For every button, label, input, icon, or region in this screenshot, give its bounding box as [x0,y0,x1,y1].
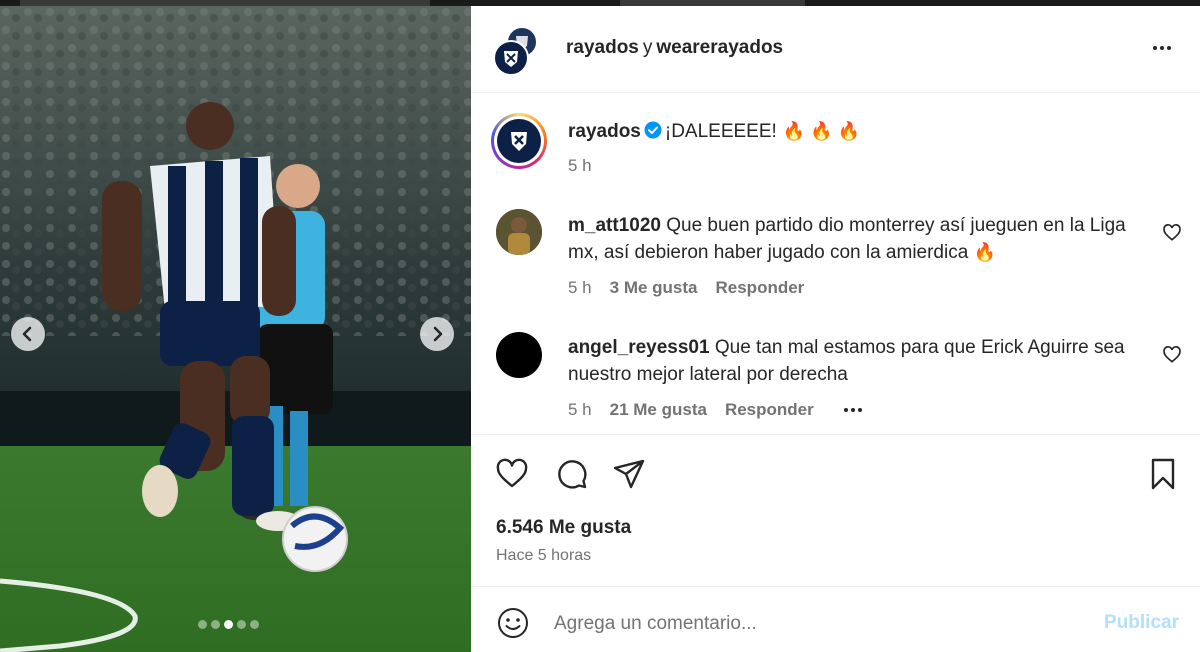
comment-like-heart-icon[interactable] [1162,345,1182,365]
carousel-dot [211,620,220,629]
more-dot [1167,46,1171,50]
comment-meta: 5 h 21 Me gusta Responder [568,400,862,420]
comment-time[interactable]: 5 h [568,400,592,420]
carousel-dot [237,620,246,629]
chevron-right-icon [433,326,443,342]
divider [471,586,1200,587]
likes-count[interactable]: 6.546 Me gusta [496,517,631,539]
comment-options-button[interactable] [843,408,862,412]
post-timestamp[interactable]: Hace 5 horas [496,547,591,565]
collab-avatars[interactable] [493,26,543,76]
club-crest-icon [511,132,527,151]
header-user-link[interactable]: rayados [566,37,639,58]
comment-icon[interactable] [553,456,589,492]
comment-input[interactable] [554,610,1054,638]
header-conjunction: y [642,37,653,58]
post-media [0,6,471,652]
comment-likes[interactable]: 3 Me gusta [610,278,698,298]
more-dot [857,408,862,412]
carousel-indicator [198,620,259,629]
header-usernames: rayados y wearerayados [566,37,783,59]
avatar [493,40,529,76]
comment-body: angel_reyess01 Que tan mal estamos para … [568,334,1143,388]
reply-button[interactable]: Responder [725,400,814,420]
fire-emoji: 🔥 [973,242,996,262]
carousel-next-button[interactable] [420,317,454,351]
bookmark-icon[interactable] [1145,456,1181,492]
more-options-button[interactable] [1147,36,1177,60]
action-bar [471,456,1200,496]
caption-username[interactable]: rayados [568,121,641,142]
caption-time[interactable]: 5 h [568,156,592,176]
comment-meta: 5 h 3 Me gusta Responder [568,278,804,298]
fire-emoji: 🔥 🔥 🔥 [782,121,861,141]
smiley-icon[interactable] [497,607,529,639]
post-photo [0,6,471,652]
more-horizontal-icon [1153,46,1157,50]
post-side-panel: rayados y wearerayados rayados ¡DALEEEEE! 🔥 … [471,6,1200,652]
comment-time[interactable]: 5 h [568,278,592,298]
reply-button[interactable]: Responder [716,278,805,298]
comment-like-heart-icon[interactable] [1162,223,1182,243]
heart-icon[interactable] [494,456,530,492]
send-icon[interactable] [611,456,647,492]
more-horizontal-icon [843,408,848,412]
comment-likes[interactable]: 21 Me gusta [610,400,707,420]
caption: rayados ¡DALEEEEE! 🔥 🔥 🔥 [568,118,860,145]
comment-username[interactable]: angel_reyess01 [568,337,710,358]
comment-avatar[interactable] [496,209,542,255]
comment-body: m_att1020 Que buen partido dio monterrey… [568,212,1143,266]
header-user-link[interactable]: wearerayados [656,37,783,58]
carousel-prev-button[interactable] [11,317,45,351]
chevron-left-icon [22,326,32,342]
carousel-dot [250,620,259,629]
caption-text: ¡DALEEEEE! [664,121,777,142]
comment-avatar[interactable] [496,332,542,378]
divider [471,434,1200,435]
caption-meta: 5 h [568,156,592,176]
carousel-dot [198,620,207,629]
verified-badge-icon [644,121,662,139]
comment-username[interactable]: m_att1020 [568,215,661,236]
carousel-dot-active [224,620,233,629]
post-header: rayados y wearerayados [471,6,1200,93]
more-dot [1160,46,1164,50]
publish-button[interactable]: Publicar [1104,612,1179,634]
more-dot [850,408,855,412]
caption-avatar[interactable] [491,113,547,169]
